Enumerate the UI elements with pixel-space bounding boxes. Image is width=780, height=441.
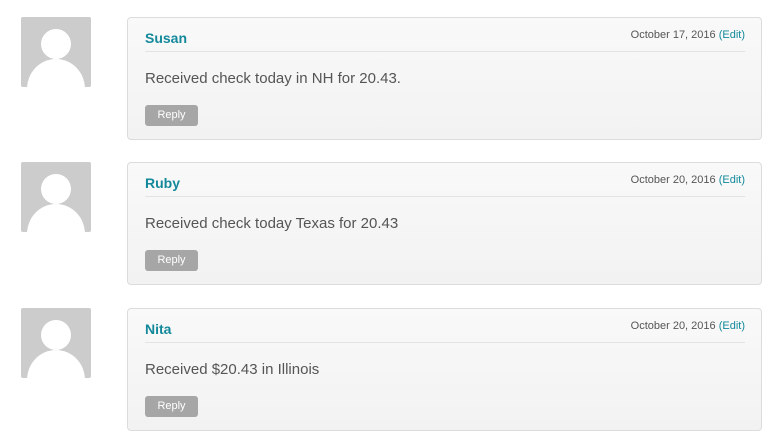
edit-link[interactable]: (Edit): [719, 174, 745, 186]
comment-text: Received $20.43 in Illinois: [145, 361, 320, 378]
comment-meta: October 17, 2016 (Edit): [631, 29, 745, 41]
avatar: [21, 17, 91, 87]
comment-author-link[interactable]: Ruby: [145, 175, 180, 191]
edit-link[interactable]: (Edit): [719, 320, 745, 332]
comment-body: Nita October 20, 2016 (Edit) Received $2…: [127, 308, 762, 431]
comment-date-link[interactable]: October 20, 2016: [631, 320, 716, 332]
comment-meta: October 20, 2016 (Edit): [631, 174, 745, 186]
avatar: [21, 162, 91, 232]
comment-body: Ruby October 20, 2016 (Edit) Received ch…: [127, 162, 762, 285]
user-silhouette-icon: [27, 174, 85, 232]
reply-button[interactable]: Reply: [145, 250, 198, 271]
comment-meta: October 20, 2016 (Edit): [631, 320, 745, 332]
comment-text: Received check today in NH for 20.43.: [145, 70, 401, 87]
edit-link[interactable]: (Edit): [719, 29, 745, 41]
comment-item: Ruby October 20, 2016 (Edit) Received ch…: [0, 162, 780, 288]
comment-text: Received check today Texas for 20.43: [145, 215, 399, 232]
comment-date-link[interactable]: October 20, 2016: [631, 174, 716, 186]
user-silhouette-icon: [27, 29, 85, 87]
comment-body: Susan October 17, 2016 (Edit) Received c…: [127, 17, 762, 140]
reply-button[interactable]: Reply: [145, 105, 198, 126]
comment-item: Susan October 17, 2016 (Edit) Received c…: [0, 17, 780, 143]
user-silhouette-icon: [27, 320, 85, 378]
comment-item: Nita October 20, 2016 (Edit) Received $2…: [0, 308, 780, 434]
divider: [145, 196, 745, 197]
avatar: [21, 308, 91, 378]
divider: [145, 51, 745, 52]
divider: [145, 342, 745, 343]
comment-date-link[interactable]: October 17, 2016: [631, 29, 716, 41]
reply-button[interactable]: Reply: [145, 396, 198, 417]
comment-author-link[interactable]: Nita: [145, 321, 171, 337]
comment-author-link[interactable]: Susan: [145, 30, 187, 46]
